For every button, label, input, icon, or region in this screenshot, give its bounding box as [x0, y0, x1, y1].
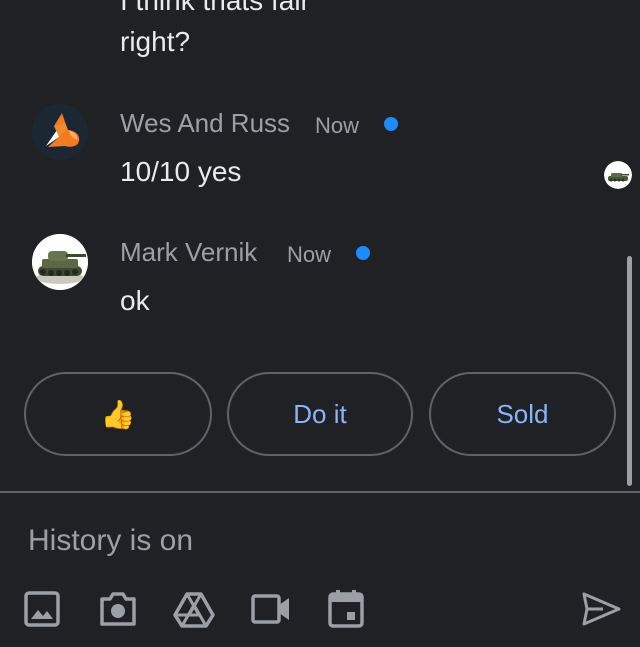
- thumbs-up-emoji: 👍: [100, 398, 136, 430]
- message-input[interactable]: History is on: [28, 524, 193, 558]
- send-icon: [582, 592, 621, 626]
- smart-reply-sold[interactable]: Sold: [429, 372, 616, 456]
- tank-avatar-icon: [604, 161, 632, 189]
- message-text-line: right?: [120, 26, 191, 57]
- message-text: ok: [120, 285, 150, 316]
- avatar[interactable]: [32, 234, 88, 290]
- camera-button[interactable]: [95, 586, 141, 632]
- calendar-icon: [328, 590, 364, 628]
- tank-avatar-icon: [32, 234, 88, 290]
- message-list[interactable]: I think thats fair right? Wes And Russ N…: [0, 0, 640, 492]
- unread-indicator: [356, 246, 370, 260]
- unread-indicator: [384, 117, 398, 131]
- send-button[interactable]: [578, 586, 624, 632]
- video-icon: [251, 594, 289, 624]
- smart-reply-do-it[interactable]: Do it: [227, 372, 413, 456]
- smart-reply-label: Do it: [293, 398, 347, 429]
- sender-name: Wes And Russ: [120, 108, 291, 138]
- avatar[interactable]: [32, 104, 88, 160]
- smart-reply-label: Sold: [496, 398, 549, 429]
- drive-icon: [173, 592, 215, 628]
- image-icon: [24, 591, 60, 627]
- message-timestamp: Now: [315, 113, 360, 138]
- calendar-button[interactable]: [323, 586, 369, 632]
- fox-logo-icon: [32, 104, 88, 160]
- image-button[interactable]: [19, 586, 65, 632]
- drive-button[interactable]: [171, 586, 217, 632]
- composer-divider: [0, 491, 640, 493]
- smart-reply-thumbs-up[interactable]: 👍: [24, 372, 212, 456]
- read-receipt-avatar: [604, 161, 632, 189]
- message-timestamp: Now: [287, 242, 332, 267]
- message-text-line: I think thats fair: [120, 0, 310, 16]
- video-button[interactable]: [248, 586, 294, 632]
- message-text: 10/10 yes: [120, 156, 242, 187]
- scrollbar[interactable]: [627, 256, 632, 486]
- sender-name: Mark Vernik: [120, 237, 258, 267]
- camera-icon: [100, 592, 136, 626]
